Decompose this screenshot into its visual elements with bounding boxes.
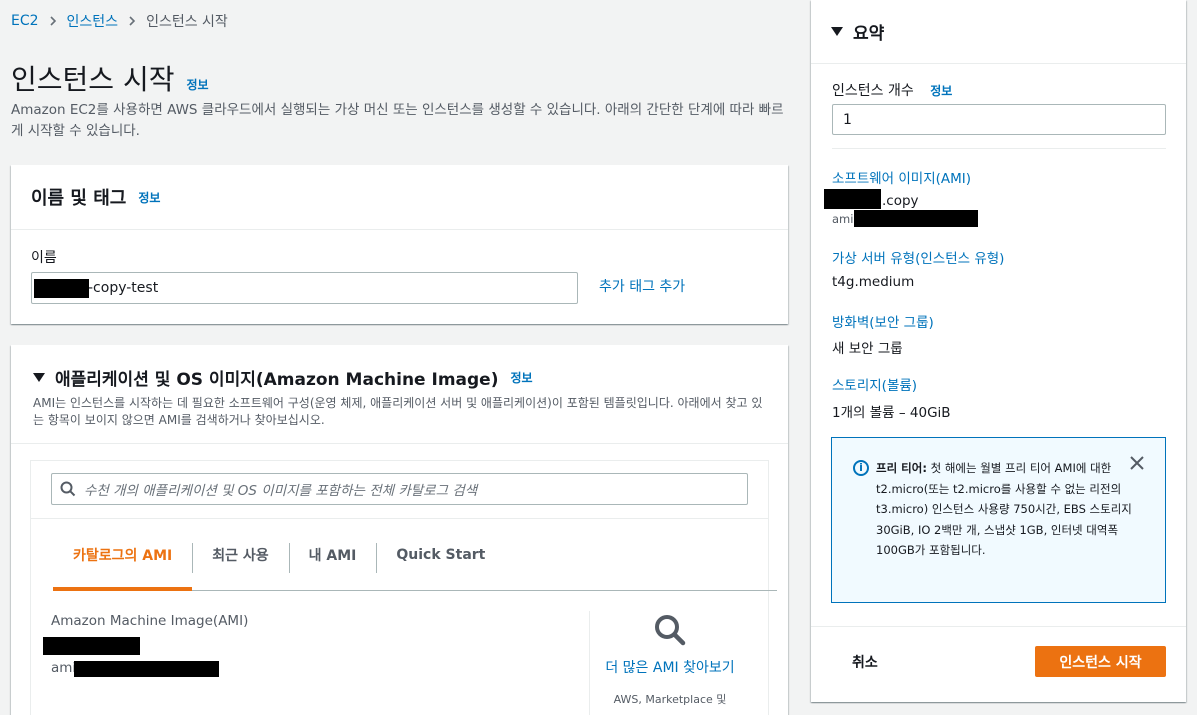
name-tags-panel: 이름 및 태그 정보 이름 -copy-test 추가 태그 추가: [11, 165, 788, 324]
summary-title: 요약: [853, 24, 885, 44]
software-image-suffix: .copy: [882, 193, 919, 209]
divider: [832, 148, 1166, 149]
software-image-link[interactable]: 소프트웨어 이미지(AMI): [832, 167, 971, 187]
instance-count-label-row: 인스턴스 개수 정보: [832, 80, 952, 100]
page-description: Amazon EC2를 사용하면 AWS 클라우드에서 실행되는 가상 머신 또…: [11, 102, 784, 139]
divider: [31, 518, 768, 519]
more-ami-link[interactable]: 더 많은 AMI 찾아보기: [605, 657, 735, 679]
add-tag-link[interactable]: 추가 태그 추가: [599, 276, 685, 296]
breadcrumb-ec2[interactable]: EC2: [11, 13, 39, 29]
info-icon: i: [853, 460, 869, 476]
name-label: 이름: [31, 250, 57, 266]
breadcrumb-current: 인스턴스 시작: [146, 14, 228, 30]
info-link[interactable]: 정보: [138, 189, 160, 206]
search-placeholder: 수천 개의 애플리케이션 및 OS 이미지를 포함하는 전체 카탈로그 검색: [84, 483, 478, 499]
ami-tabs: 카탈로그의 AMI 최근 사용 내 AMI Quick Start: [53, 531, 777, 591]
redacted-block: [74, 661, 219, 677]
storage-value: 1개의 볼륨 – 40GiB: [832, 405, 951, 421]
ami-id-row: ami: [51, 660, 248, 678]
ami-catalog: 수천 개의 애플리케이션 및 OS 이미지를 포함하는 전체 카탈로그 검색 카…: [30, 460, 777, 715]
software-image-id: ami: [832, 210, 1032, 230]
instance-type-value: t4g.medium: [832, 274, 915, 290]
ami-description: AMI는 인스턴스를 시작하는 데 필요한 소프트웨어 구성(운영 체제, 애플…: [33, 396, 763, 427]
info-link[interactable]: 정보: [930, 84, 952, 98]
chevron-right-icon: [49, 16, 56, 26]
firewall-link[interactable]: 방화벽(보안 그룹): [832, 311, 934, 331]
tab-recent[interactable]: 최근 사용: [192, 531, 288, 578]
redacted-block: [34, 279, 89, 298]
summary-header[interactable]: 요약: [811, 0, 1186, 64]
more-ami-section[interactable]: 더 많은 AMI 찾아보기 AWS, Marketplace 및: [605, 613, 735, 707]
firewall-value: 새 보안 그룹: [832, 341, 903, 357]
caret-down-icon: [33, 373, 45, 382]
ami-header: 애플리케이션 및 OS 이미지(Amazon Machine Image) 정보…: [11, 345, 788, 444]
ami-search-input[interactable]: 수천 개의 애플리케이션 및 OS 이미지를 포함하는 전체 카탈로그 검색: [51, 473, 748, 505]
instance-type-link[interactable]: 가상 서버 유형(인스턴스 유형): [832, 247, 1004, 267]
caret-down-icon: [831, 27, 843, 36]
free-tier-title: 프리 티어:: [876, 461, 927, 475]
redacted-block: [824, 189, 881, 209]
divider: [811, 626, 1186, 627]
page-title: 인스턴스 시작 정보: [11, 58, 209, 98]
more-ami-sub: AWS, Marketplace 및: [613, 693, 727, 706]
info-link[interactable]: 정보: [186, 76, 208, 93]
ami-label: Amazon Machine Image(AMI): [51, 613, 249, 629]
storage-link[interactable]: 스토리지(볼륨): [832, 374, 917, 394]
summary-panel: 요약 인스턴스 개수 정보 1 소프트웨어 이미지(AMI) .copy ami…: [811, 0, 1186, 702]
search-icon: [60, 481, 76, 497]
ami-selected: Amazon Machine Image(AMI) ami: [43, 613, 249, 678]
free-tier-text: 첫 해에는 월별 프리 티어 AMI에 대한 t2.micro(또는 t2.mi…: [876, 461, 1132, 557]
name-tags-title: 이름 및 태그: [31, 188, 127, 209]
page-title-text: 인스턴스 시작: [11, 63, 175, 96]
divider: [589, 611, 590, 715]
launch-instance-button[interactable]: 인스턴스 시작: [1035, 646, 1166, 677]
ami-id-prefix: ami: [51, 660, 77, 676]
name-tags-header: 이름 및 태그 정보: [11, 165, 788, 230]
tab-quick-start[interactable]: Quick Start: [376, 531, 505, 578]
redacted-block: [43, 637, 140, 655]
free-tier-alert: i 프리 티어: 첫 해에는 월별 프리 티어 AMI에 대한 t2.micro…: [831, 437, 1166, 603]
ami-title-row[interactable]: 애플리케이션 및 OS 이미지(Amazon Machine Image) 정보: [33, 365, 766, 390]
search-icon: [655, 615, 686, 646]
tab-catalog-ami[interactable]: 카탈로그의 AMI: [53, 531, 193, 591]
cancel-button[interactable]: 취소: [852, 652, 878, 672]
redacted-block: [854, 210, 978, 227]
chevron-right-icon: [129, 16, 136, 26]
breadcrumb-instances[interactable]: 인스턴스: [67, 11, 119, 31]
ami-title: 애플리케이션 및 OS 이미지(Amazon Machine Image): [55, 370, 499, 390]
instance-count-label: 인스턴스 개수: [832, 83, 914, 99]
ami-name-redacted: [43, 637, 248, 655]
close-icon[interactable]: [1129, 454, 1145, 472]
info-link[interactable]: 정보: [510, 369, 532, 386]
tab-my-ami[interactable]: 내 AMI: [288, 531, 377, 578]
breadcrumb: EC2 인스턴스 인스턴스 시작: [11, 11, 228, 31]
software-image-id-prefix: ami: [832, 212, 854, 226]
instance-count-input[interactable]: 1: [832, 104, 1166, 135]
ami-panel: 애플리케이션 및 OS 이미지(Amazon Machine Image) 정보…: [11, 345, 788, 715]
name-input[interactable]: -copy-test: [31, 272, 578, 304]
name-input-value: -copy-test: [88, 280, 159, 296]
